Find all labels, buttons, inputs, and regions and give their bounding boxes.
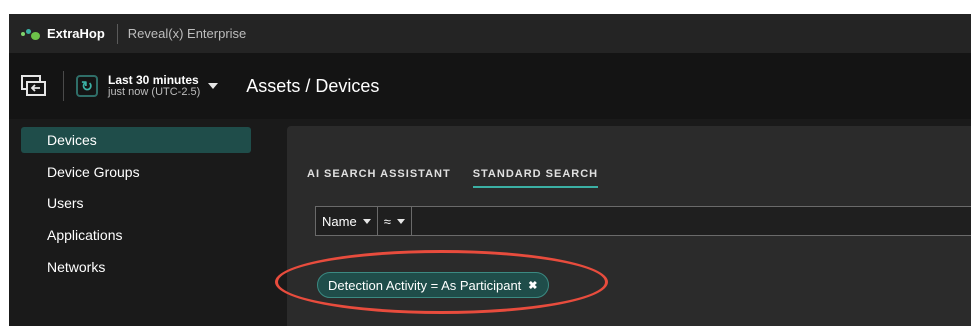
product-name: Reveal(x) Enterprise — [127, 26, 247, 41]
search-row: Name ≈ — [315, 206, 971, 236]
field-select-value: Name — [322, 213, 357, 229]
tab-ai-search-assistant[interactable]: AI SEARCH ASSISTANT — [307, 168, 451, 188]
operator-select[interactable]: ≈ — [377, 206, 412, 236]
sidebar: Devices Device Groups Users Applications… — [9, 119, 287, 326]
time-updated-label: just now (UTC-2.5) — [108, 86, 201, 98]
extrahop-logo[interactable]: ExtraHop — [21, 26, 105, 41]
extrahop-logo-icon — [21, 27, 43, 41]
refresh-icon: ↻ — [81, 77, 93, 94]
sidebar-item-users[interactable]: Users — [21, 190, 251, 216]
field-select[interactable]: Name — [315, 206, 378, 236]
chevron-down-icon — [362, 218, 371, 224]
page-title: Assets / Devices — [246, 75, 380, 96]
tab-standard-search[interactable]: STANDARD SEARCH — [472, 168, 599, 188]
highlight-annotation — [275, 250, 608, 314]
logo-text: ExtraHop — [47, 26, 105, 41]
search-tabs: AI SEARCH ASSISTANT STANDARD SEARCH — [307, 168, 620, 188]
time-selector-chevron-down-icon[interactable] — [208, 83, 219, 89]
refresh-button[interactable]: ↻ — [76, 75, 98, 97]
sidebar-item-networks[interactable]: Networks — [21, 254, 251, 280]
brand-divider — [116, 23, 118, 44]
time-selector[interactable]: Last 30 minutes just now (UTC-2.5) — [108, 74, 200, 98]
navigation-menu-icon[interactable] — [21, 75, 47, 97]
time-range-label: Last 30 minutes — [108, 73, 199, 87]
brand-bar: ExtraHop Reveal(x) Enterprise — [9, 14, 971, 53]
sidebar-item-applications[interactable]: Applications — [21, 222, 251, 248]
sidebar-item-device-groups[interactable]: Device Groups — [21, 159, 251, 185]
sidebar-item-devices[interactable]: Devices — [21, 127, 251, 153]
operator-select-value: ≈ — [383, 213, 391, 229]
toolbar: ↻ Last 30 minutes just now (UTC-2.5) Ass… — [9, 53, 971, 119]
search-input[interactable] — [411, 206, 971, 236]
chevron-down-icon — [396, 218, 405, 224]
toolbar-divider — [63, 71, 64, 101]
